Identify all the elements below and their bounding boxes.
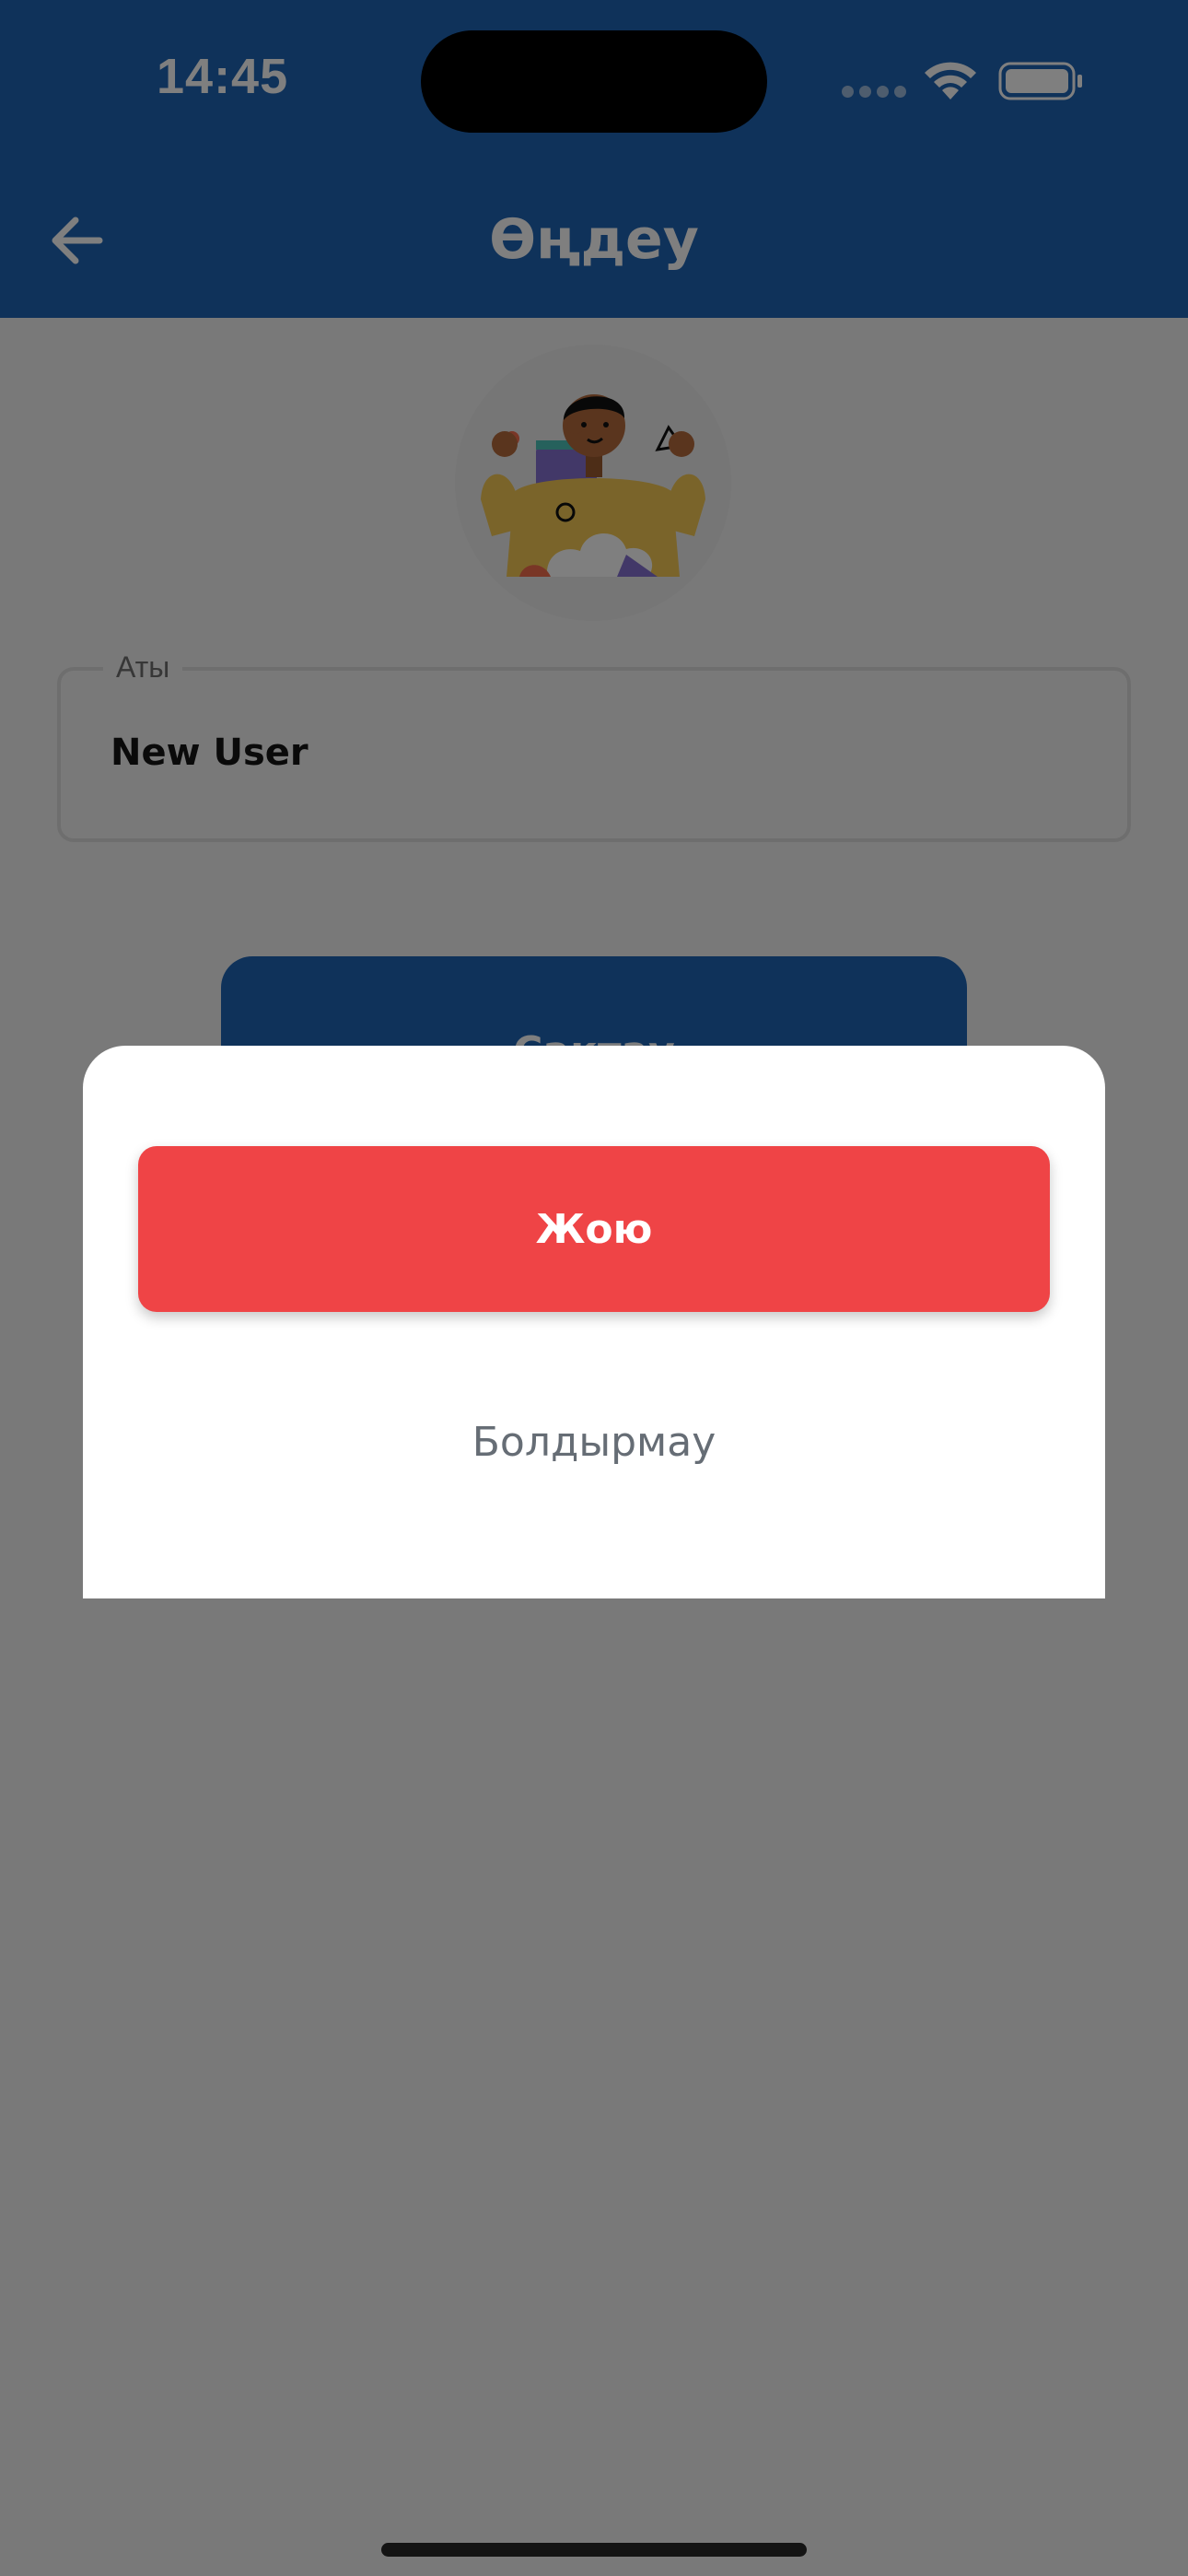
home-indicator <box>381 2543 807 2557</box>
delete-button[interactable]: Жою <box>138 1146 1050 1312</box>
cancel-button[interactable]: Болдырмау <box>138 1387 1050 1497</box>
action-sheet: Жою Болдырмау <box>83 1046 1105 1598</box>
